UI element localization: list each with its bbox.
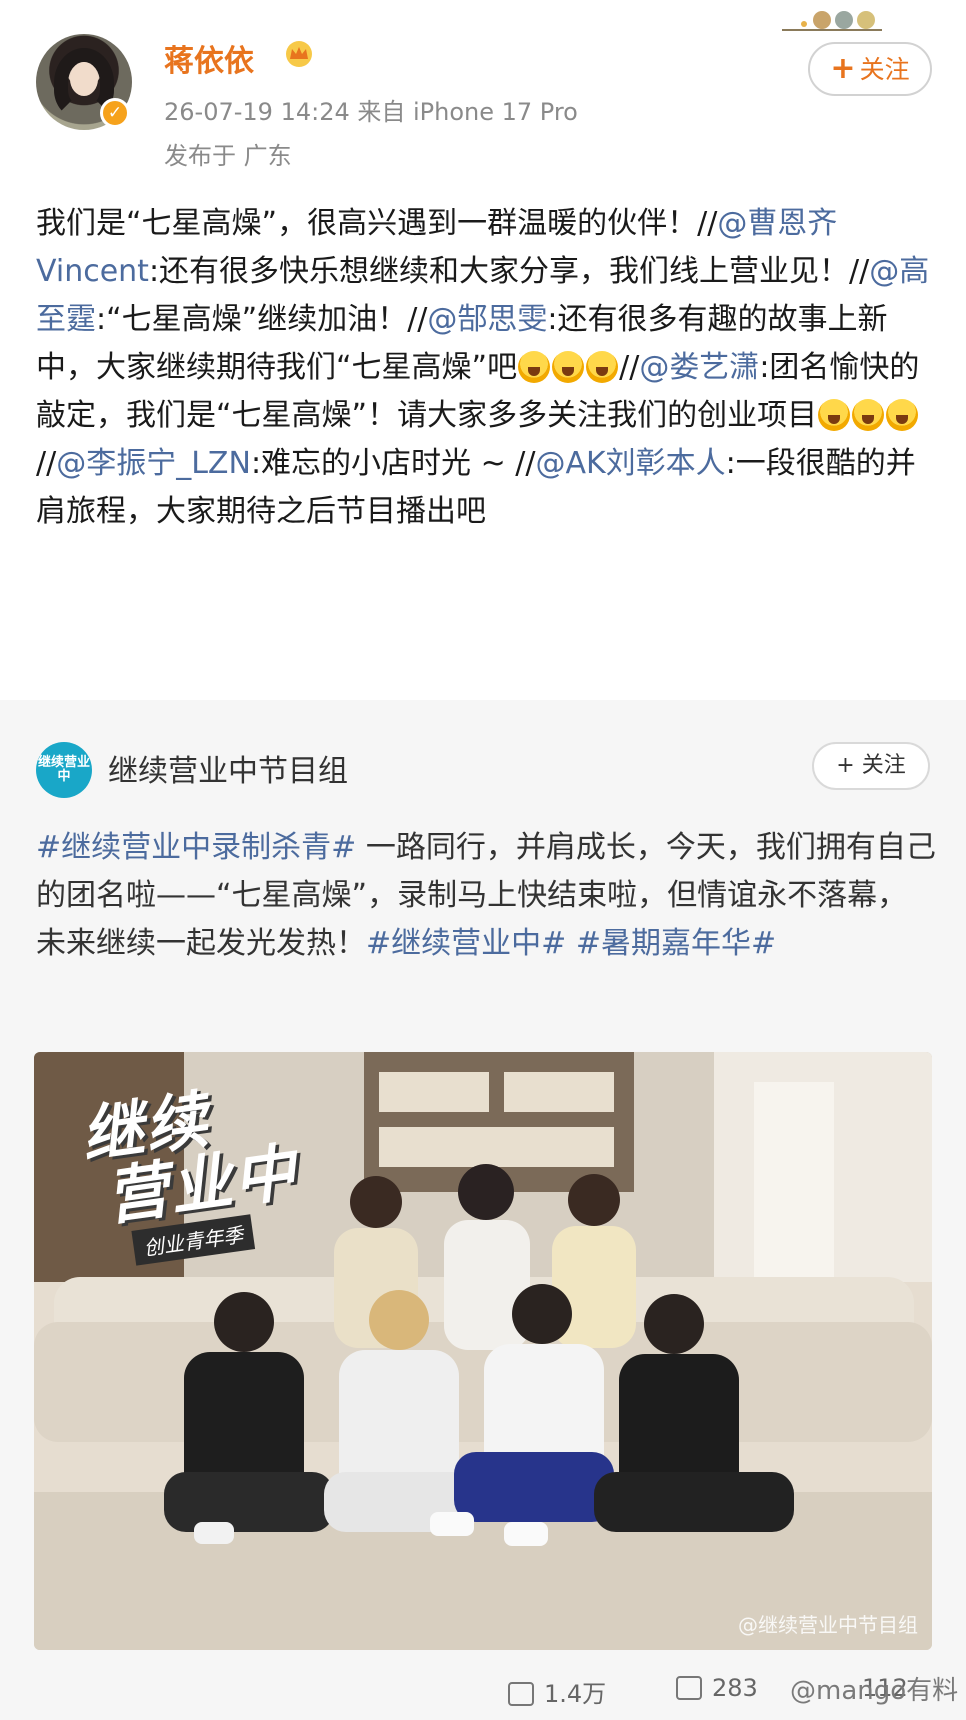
repost-username[interactable]: 继续营业中节目组 <box>108 746 348 790</box>
repost-text: #继续营业中录制杀青# 一路同行，并肩成长，今天，我们拥有自己的团名啦——“七星… <box>36 824 936 968</box>
follow-button[interactable]: + 关注 <box>808 42 932 96</box>
emoji-icon <box>552 351 585 383</box>
verified-icon: ✓ <box>100 98 130 128</box>
emoji-icon <box>886 399 919 431</box>
comment-icon <box>676 1676 702 1700</box>
repost-follow-button[interactable]: + 关注 <box>812 742 930 790</box>
mention-link[interactable]: @娄艺潇 <box>639 350 759 385</box>
post-text: 我们是“七星高燥”，很高兴遇到一群温暖的伙伴！//@曹恩齐Vincent:还有很… <box>36 200 936 536</box>
mention-link[interactable]: @郜思雯 <box>427 302 547 337</box>
show-logo: 继续 营业中 创业青年季 <box>77 1076 306 1270</box>
post-location: 发布于 广东 <box>164 142 292 170</box>
username[interactable]: 蒋依依 <box>164 36 254 80</box>
crown-icon <box>286 41 312 67</box>
post-segment: :难忘的小店时光 ~ // <box>250 446 536 481</box>
post-segment: :还有很多快乐想继续和大家分享，我们线上营业见！// <box>148 254 870 289</box>
topic-link[interactable]: #继续营业中# <box>366 926 566 961</box>
comment-count: 283 <box>712 1674 758 1702</box>
repost-action[interactable]: 1.4万 <box>508 1674 606 1709</box>
overlay-watermark: @mango有料 <box>790 1676 959 1706</box>
mention-link[interactable]: @AK刘彰本人 <box>535 446 725 481</box>
plus-icon: + <box>830 51 856 86</box>
topic-link[interactable]: #暑期嘉年华# <box>576 926 776 961</box>
emoji-icon <box>818 399 851 431</box>
repost-icon <box>508 1682 534 1706</box>
post-segment: // <box>619 350 640 385</box>
decoration-owls-icon <box>782 11 882 31</box>
comment-action[interactable]: 283 <box>676 1674 758 1702</box>
emoji-icon <box>852 399 885 431</box>
topic-link[interactable]: #继续营业中录制杀青# <box>36 830 356 865</box>
emoji-icon <box>586 351 619 383</box>
follow-label: 关注 <box>859 55 910 84</box>
post-segment: 我们是“七星高燥”，很高兴遇到一群温暖的伙伴！// <box>36 206 718 241</box>
avatar-face <box>70 62 98 96</box>
post-photo[interactable]: 继续 营业中 创业青年季 @继续营业中节目组 <box>34 1052 932 1650</box>
post-segment: // <box>36 446 57 481</box>
emoji-icon <box>518 351 551 383</box>
photo-watermark: @继续营业中节目组 <box>738 1613 918 1637</box>
repost-count: 1.4万 <box>544 1680 607 1708</box>
post-segment: :“七星高燥”继续加油！// <box>96 302 428 337</box>
mention-link[interactable]: @李振宁_LZN <box>56 446 251 481</box>
post-meta: 26-07-19 14:24 来自 iPhone 17 Pro <box>164 98 578 126</box>
post-header: ✓ 蒋依依 26-07-19 14:24 来自 iPhone 17 Pro 发布… <box>0 0 966 175</box>
repost-avatar[interactable]: 继续营业中 <box>36 742 92 798</box>
